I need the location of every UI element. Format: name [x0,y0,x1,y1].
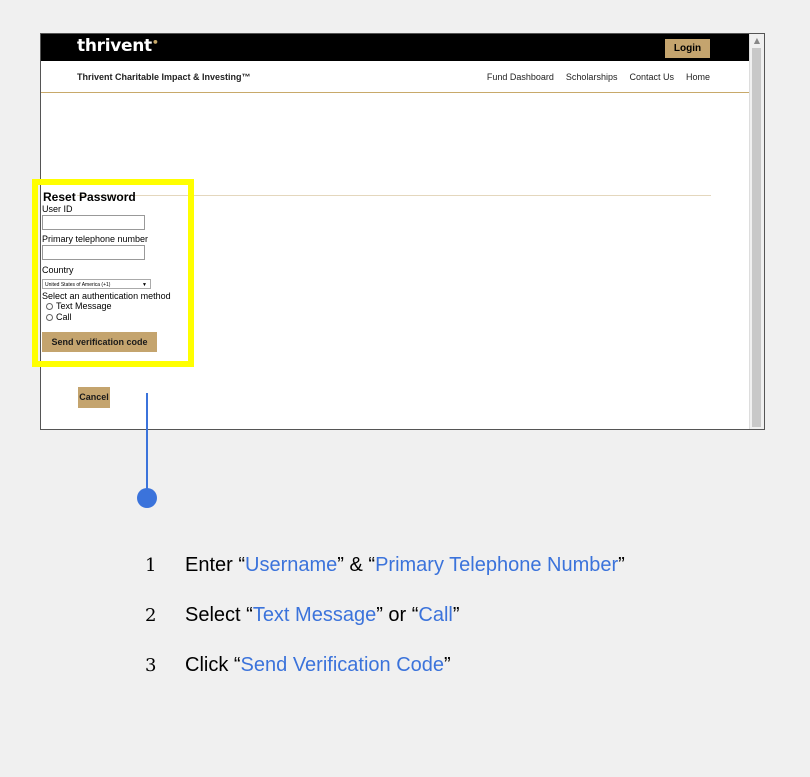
logo-mark-icon: • [151,36,159,49]
reset-password-form: Reset Password User ID Primary telephone… [32,179,194,367]
step-number: 3 [145,654,157,676]
user-id-label: User ID [42,204,73,214]
login-button[interactable]: Login [665,39,710,58]
radio-text-message[interactable] [46,302,53,310]
send-verification-button[interactable]: Send verification code [42,332,157,352]
instruction-step-3: 3 Click “Send Verification Code” [145,640,625,690]
phone-label: Primary telephone number [42,234,149,244]
step-text: Click “Send Verification Code” [185,653,451,676]
user-id-input[interactable] [42,215,145,230]
country-selected-value: United States of America (+1) [45,282,111,288]
auth-option-text[interactable]: Text Message [46,301,112,311]
site-name[interactable]: Thrivent Charitable Impact & Investing™ [77,72,251,82]
auth-method-label: Select an authentication method [42,291,171,301]
nav-link-fund-dashboard[interactable]: Fund Dashboard [487,72,554,82]
step-number: 1 [145,554,157,576]
callout-dot [137,488,157,508]
vertical-scrollbar[interactable]: ▲ [749,34,764,429]
phone-input[interactable] [42,245,145,260]
instructions-list: 1 Enter “Username” & “Primary Telephone … [145,540,625,690]
callout-line [146,393,148,498]
step-text: Select “Text Message” or “Call” [185,603,460,626]
site-nav: Thrivent Charitable Impact & Investing™ … [41,61,750,93]
nav-link-contact-us[interactable]: Contact Us [629,72,674,82]
step-text: Enter “Username” & “Primary Telephone Nu… [185,553,625,576]
country-label: Country [42,265,74,275]
instruction-step-2: 2 Select “Text Message” or “Call” [145,590,625,640]
nav-links: Fund Dashboard Scholarships Contact Us H… [487,72,710,82]
auth-option-call-label[interactable]: Call [56,312,72,322]
scroll-thumb[interactable] [752,48,761,427]
nav-link-home[interactable]: Home [686,72,710,82]
brand-logo[interactable]: thrivent• [77,36,159,56]
auth-option-text-label[interactable]: Text Message [56,301,112,311]
scroll-up-icon[interactable]: ▲ [750,34,764,48]
country-select[interactable]: United States of America (+1) ▼ [42,279,151,289]
radio-call[interactable] [46,313,53,321]
instruction-step-1: 1 Enter “Username” & “Primary Telephone … [145,540,625,590]
form-title: Reset Password [43,190,136,204]
cancel-button[interactable]: Cancel [78,387,110,408]
nav-link-scholarships[interactable]: Scholarships [566,72,618,82]
step-number: 2 [145,604,157,626]
auth-option-call[interactable]: Call [46,312,72,322]
chevron-down-icon: ▼ [142,282,147,288]
top-bar: thrivent• Login [41,34,750,61]
